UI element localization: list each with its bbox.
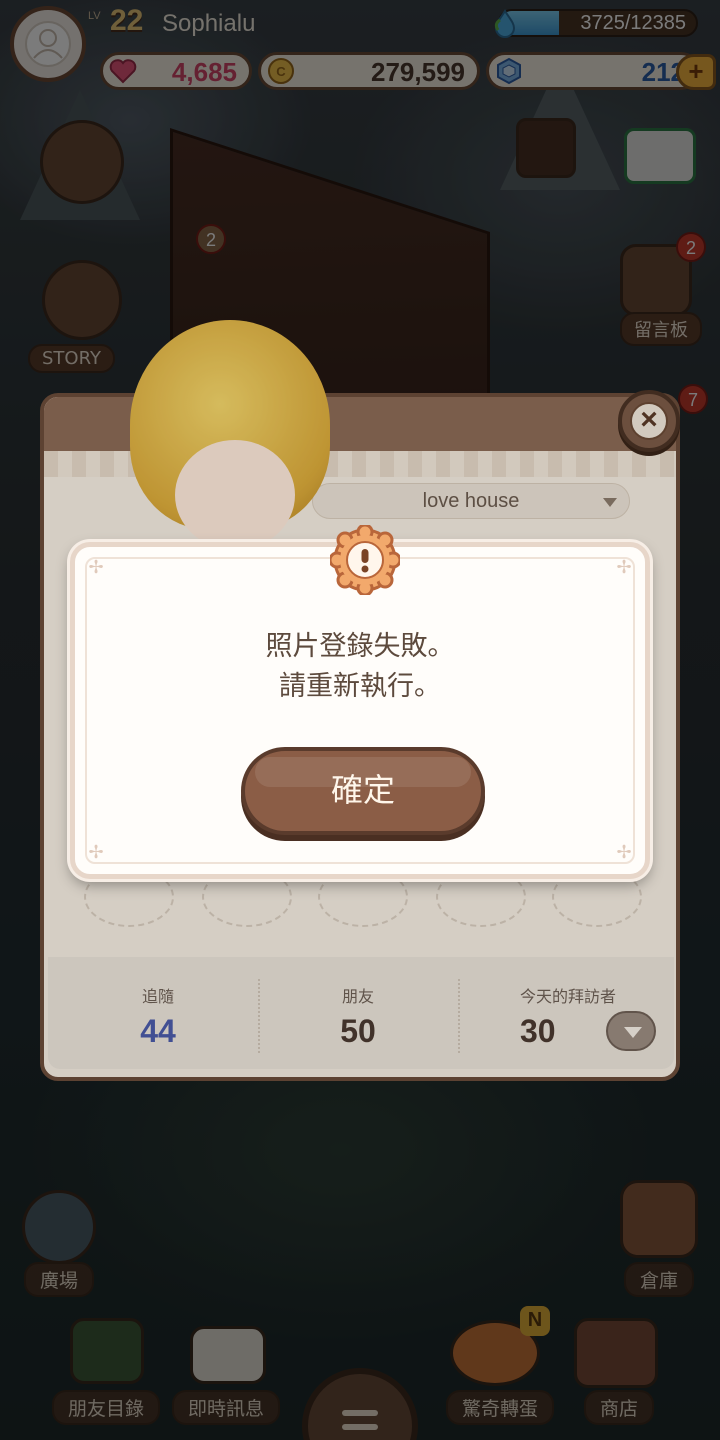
exclamation-icon bbox=[330, 525, 400, 595]
dialog-message: 照片登錄失敗。 請重新執行。 bbox=[75, 627, 645, 707]
confirm-button[interactable]: 確定 bbox=[241, 747, 485, 835]
dialog-message-line: 請重新執行。 bbox=[279, 671, 441, 702]
error-dialog: ✢ ✢ ✢ ✢ 照片登錄失敗。 請重新執行。 確定 bbox=[70, 525, 650, 879]
corner-ornament-icon: ✢ bbox=[88, 557, 104, 578]
dialog-message-line: 照片登錄失敗。 bbox=[265, 631, 455, 662]
corner-ornament-icon: ✢ bbox=[616, 842, 632, 863]
corner-ornament-icon: ✢ bbox=[88, 842, 104, 863]
corner-ornament-icon: ✢ bbox=[616, 557, 632, 578]
